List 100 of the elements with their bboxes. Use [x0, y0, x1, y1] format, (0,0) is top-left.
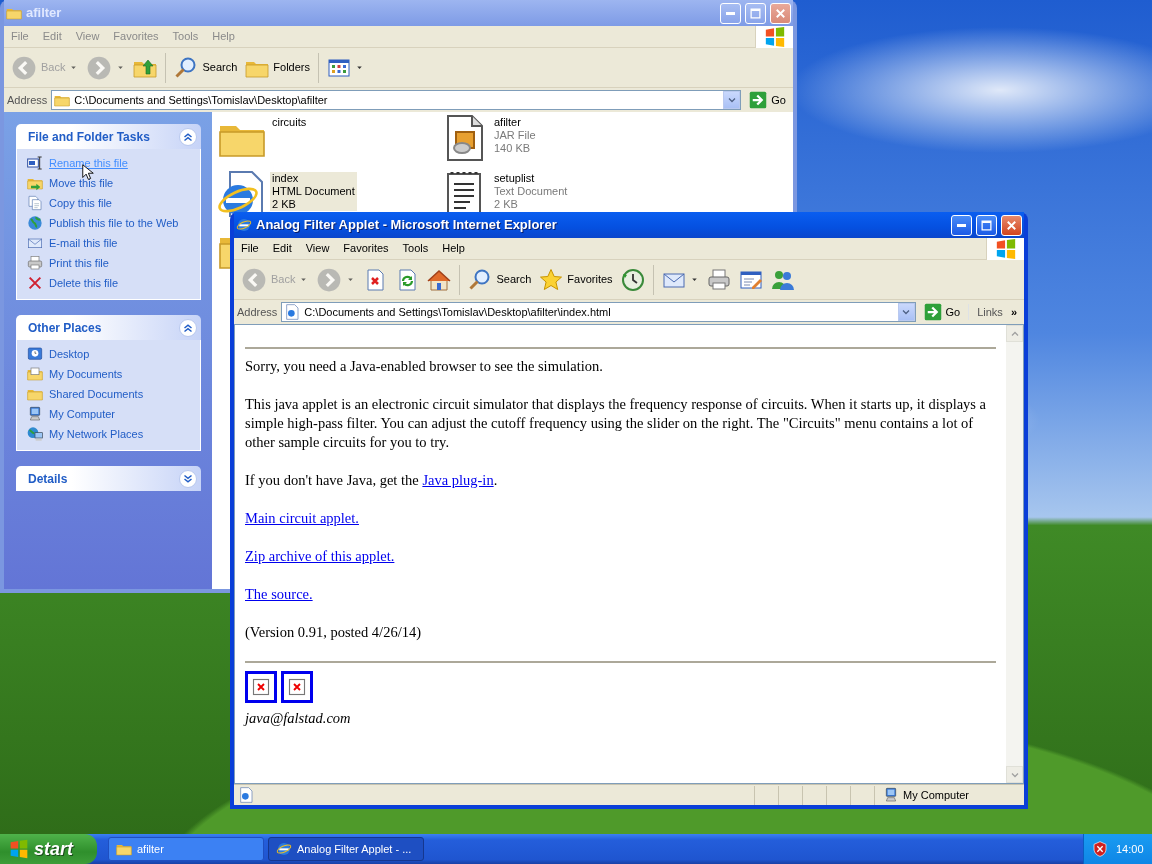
star-icon — [539, 267, 564, 292]
windows-logo-icon — [9, 839, 29, 859]
file-size: 2 KB — [494, 198, 519, 211]
file-type: HTML Document — [272, 185, 355, 198]
printer-icon — [27, 255, 43, 271]
links-button[interactable]: Links — [968, 303, 1003, 321]
paragraph: This java applet is an electronic circuit simulator that displays the frequency response of circuits. When it starts up, it displays a simple high-pass filter. You can adjust the cutoff frequency using the slider on the right. The "Circuits" menu contains a lot of other sample circuits for you to try. — [245, 395, 988, 452]
file-size: 140 KB — [494, 142, 532, 155]
caret-icon — [116, 63, 126, 72]
envelope-icon — [27, 235, 43, 251]
menu-item[interactable]: Help — [435, 240, 472, 257]
address-label: Address — [7, 92, 48, 108]
minimize-button[interactable] — [951, 214, 972, 236]
zone-label: My Computer — [903, 787, 970, 803]
taskbar-button[interactable]: afilter — [108, 837, 264, 861]
file-label[interactable]: setuplist Text Document 2 KB — [492, 172, 570, 211]
file-size: 2 KB — [272, 198, 297, 211]
task-link[interactable]: My Documents — [27, 366, 192, 382]
file-name: setuplist — [494, 172, 536, 185]
maximize-icon — [979, 217, 994, 233]
favorites-button[interactable]: Favorites — [536, 265, 616, 294]
file-type: JAR File — [494, 129, 536, 142]
caret-icon — [299, 275, 309, 284]
menu-item[interactable]: Tools — [395, 240, 436, 257]
panel-title: Details — [28, 470, 68, 488]
task-link[interactable]: Publish this file to the Web — [27, 215, 192, 231]
collapse-button[interactable] — [179, 127, 197, 146]
browser-logo-icon — [276, 841, 292, 857]
documents-folder-icon — [27, 366, 43, 382]
task-link[interactable]: Copy this file — [27, 195, 192, 211]
paragraph: If you don't have Java, get the Java plug-in. — [245, 471, 499, 490]
panel-title: File and Folder Tasks — [28, 128, 150, 146]
menu-item[interactable]: File — [234, 240, 266, 257]
file-label[interactable]: index HTML Document 2 KB — [270, 172, 357, 211]
globe-icon — [27, 215, 43, 231]
task-link[interactable]: E-mail this file — [27, 235, 192, 251]
address-label: Address — [237, 304, 278, 320]
maximize-icon — [748, 5, 763, 21]
caret-icon — [689, 275, 699, 284]
search-button[interactable]: Search — [465, 265, 535, 294]
file-name: afilter — [494, 116, 522, 129]
delete-icon — [27, 275, 43, 291]
panel-title: Other Places — [28, 319, 102, 337]
file-label[interactable]: circuits — [270, 116, 309, 129]
task-link[interactable]: Shared Documents — [27, 386, 192, 402]
go-button[interactable]: Go — [919, 303, 965, 321]
computer-icon — [27, 406, 43, 422]
minimize-icon — [956, 222, 967, 228]
folders-button[interactable]: Folders — [242, 53, 313, 82]
link[interactable]: Main circuit applet. — [245, 510, 359, 526]
menu-item[interactable]: Edit — [265, 240, 299, 257]
file-type: Text Document — [494, 185, 568, 198]
paragraph: (Version 0.91, posted 4/26/14) — [245, 623, 422, 642]
caret-icon — [346, 275, 356, 284]
task-link[interactable]: My Network Places — [27, 426, 192, 442]
rename-icon — [27, 155, 43, 171]
desktop-icon — [27, 346, 43, 362]
shield-icon — [1092, 841, 1108, 857]
address-field[interactable]: C:\Documents and Settings\Tomislav\Desktop\afilter — [51, 90, 742, 110]
menu-item[interactable]: Favorites — [336, 240, 396, 257]
collapse-button[interactable] — [179, 318, 197, 337]
link[interactable]: The source. — [245, 586, 313, 602]
windows-logo-icon — [763, 25, 786, 48]
email-address: java@falstad.com — [245, 709, 352, 728]
copy-icon — [27, 195, 43, 211]
collapse-button[interactable] — [179, 469, 197, 488]
minimize-icon — [725, 10, 736, 16]
home-icon — [427, 267, 452, 292]
computer-icon — [883, 787, 899, 803]
file-label[interactable]: afilter JAR File 140 KB — [492, 116, 538, 155]
task-link[interactable]: Print this file — [27, 255, 192, 271]
task-link[interactable]: Desktop — [27, 346, 192, 362]
search-button[interactable]: Search — [171, 53, 241, 82]
link[interactable]: Zip archive of this applet. — [245, 548, 395, 564]
task-link[interactable]: Move this file — [27, 175, 192, 191]
printer-icon — [706, 267, 731, 292]
task-link[interactable]: My Computer — [27, 406, 192, 422]
broken-image-icon — [252, 678, 270, 696]
maximize-button[interactable] — [976, 214, 997, 236]
taskbar-button[interactable]: Analog Filter Applet - ... — [268, 837, 424, 861]
address-field[interactable]: C:\Documents and Settings\Tomislav\Desktop\afilter\index.html — [281, 302, 916, 322]
close-button[interactable] — [770, 2, 791, 24]
link[interactable]: Java plug-in — [422, 472, 494, 488]
caret-icon — [355, 63, 364, 72]
clock: 14:00 — [1116, 841, 1144, 857]
start-button[interactable]: start — [0, 834, 97, 864]
task-link[interactable]: Delete this file — [27, 275, 192, 291]
menu-item[interactable]: View — [298, 240, 337, 257]
window-title: afilter — [26, 4, 62, 23]
paragraph: Sorry, you need a Java-enabled browser to see the simulation. — [245, 357, 604, 376]
chevron-button[interactable]: » — [1006, 303, 1021, 321]
image-link[interactable] — [245, 671, 277, 703]
dropdown-button[interactable] — [897, 303, 915, 321]
image-link[interactable] — [281, 671, 313, 703]
go-button[interactable]: Go — [745, 91, 790, 109]
page-icon — [238, 787, 254, 803]
dropdown-button[interactable] — [723, 91, 741, 109]
close-button[interactable] — [1001, 214, 1022, 236]
network-icon — [27, 426, 43, 442]
caret-icon — [69, 63, 79, 72]
